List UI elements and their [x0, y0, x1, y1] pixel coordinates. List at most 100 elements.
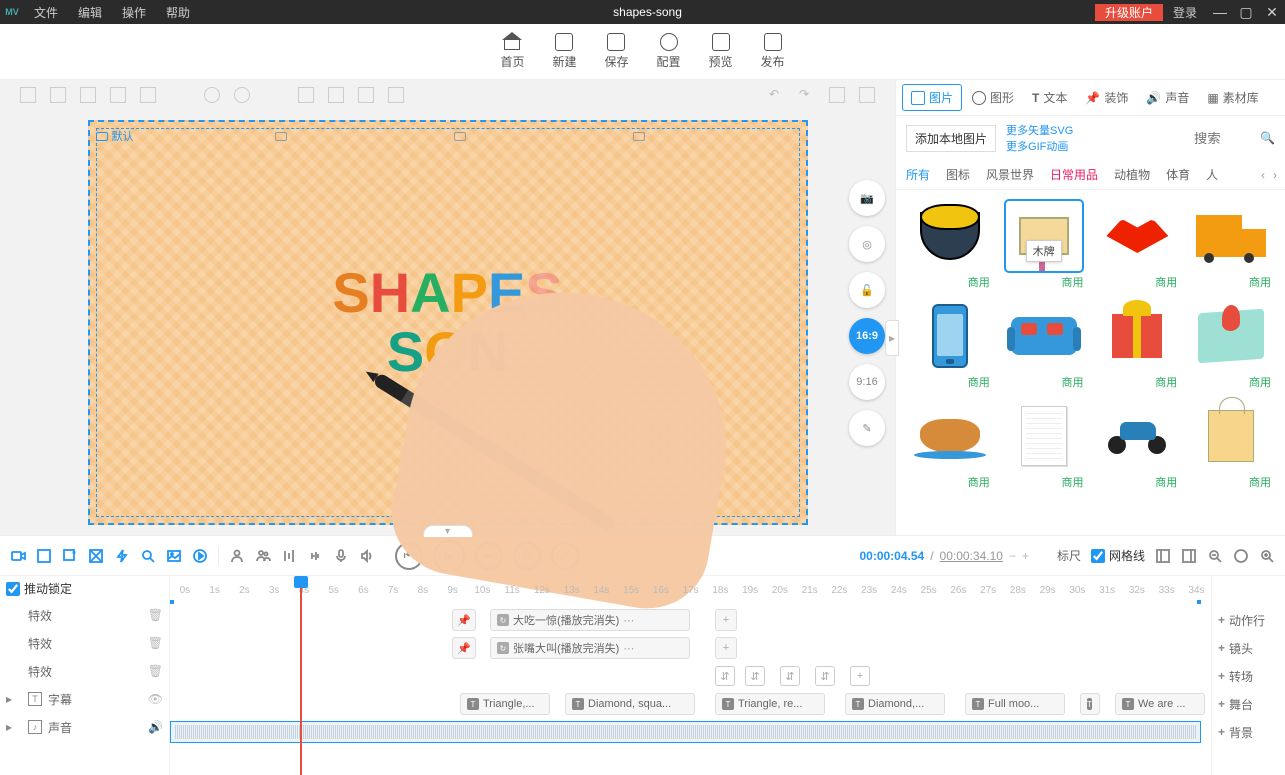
marker[interactable]: ⇵ — [715, 666, 735, 686]
marker[interactable]: + — [850, 666, 870, 686]
people-icon[interactable] — [255, 548, 271, 564]
zoom-reset-icon[interactable] — [1233, 548, 1249, 564]
menu-file[interactable]: 文件 — [24, 4, 68, 21]
dur-minus[interactable]: − — [1009, 549, 1016, 563]
menu-edit[interactable]: 编辑 — [68, 4, 112, 21]
cat-daily[interactable]: 日常用品 — [1050, 166, 1098, 183]
cat-animals[interactable]: 动植物 — [1114, 166, 1150, 183]
fx-track[interactable]: 📌 ↻大吃一惊(播放完消失)⋯ + — [170, 606, 1211, 634]
pin-marker[interactable]: 📌 — [452, 637, 476, 659]
asset-sofa[interactable]: 商用 — [1000, 300, 1088, 390]
menu-action[interactable]: 操作 — [112, 4, 156, 21]
delete-icon[interactable] — [859, 87, 875, 103]
eq-icon[interactable] — [281, 548, 297, 564]
fx-track[interactable]: ⇵ ⇵ ⇵ ⇵ + — [170, 662, 1211, 690]
cat-prev[interactable]: ‹ — [1259, 168, 1267, 182]
tab-text[interactable]: T文本 — [1024, 85, 1075, 110]
tool-home[interactable]: 首页 — [500, 33, 524, 70]
asset-lips[interactable]: 商用 — [1094, 200, 1182, 290]
marker[interactable]: ⇵ — [780, 666, 800, 686]
pattern-icon[interactable] — [88, 548, 104, 564]
minimize-button[interactable]: — — [1207, 4, 1233, 20]
asset-map[interactable]: 商用 — [1187, 300, 1275, 390]
search-icon[interactable]: 🔍 — [1260, 131, 1275, 145]
playhead[interactable] — [300, 576, 302, 775]
lock-button[interactable]: 🔓 — [849, 272, 885, 308]
tab-library[interactable]: ▦素材库 — [1199, 85, 1266, 110]
login-button[interactable]: 登录 — [1163, 4, 1207, 21]
rotate-icon[interactable] — [204, 87, 220, 103]
align-icon[interactable] — [140, 87, 156, 103]
subtitle-clip[interactable]: TDiamond, squa... — [565, 693, 695, 715]
asset-sign[interactable]: 木牌商用 — [1000, 200, 1088, 290]
asset-truck[interactable]: 商用 — [1187, 200, 1275, 290]
speaker-icon[interactable] — [359, 548, 375, 564]
track-header-fx[interactable]: 特效🗑 — [0, 601, 169, 629]
align-icon[interactable] — [20, 87, 36, 103]
canvas-stage[interactable]: 默认 SHAPES SON 📷 ◎ 🔓 16:9 9:16 — [0, 110, 895, 535]
asset-motorcycle[interactable]: 商用 — [1094, 400, 1182, 490]
tool-preview[interactable]: 预览 — [709, 33, 733, 70]
subtitle-clip[interactable]: TWe are ... — [1115, 693, 1205, 715]
pin-marker[interactable]: 📌 — [452, 609, 476, 631]
add-camera-row[interactable]: +镜头 — [1212, 634, 1285, 662]
panel-expand-handle[interactable]: ▸ — [885, 320, 899, 356]
picture-icon[interactable] — [166, 548, 182, 564]
cat-scenery[interactable]: 风景世界 — [986, 166, 1034, 183]
cat-all[interactable]: 所有 — [906, 166, 930, 183]
audio-clip[interactable] — [170, 721, 1201, 743]
range-selection[interactable] — [170, 600, 1201, 604]
person-icon[interactable] — [229, 548, 245, 564]
push-lock-checkbox[interactable]: 推动锁定 — [0, 576, 169, 601]
rotate-icon[interactable] — [234, 87, 250, 103]
cat-icons[interactable]: 图标 — [946, 166, 970, 183]
layer-icon[interactable] — [298, 87, 314, 103]
add-stage-row[interactable]: +舞台 — [1212, 690, 1285, 718]
zoom-in-icon[interactable] — [1259, 548, 1275, 564]
speaker-icon[interactable]: 🔊 — [148, 720, 163, 734]
tool-publish[interactable]: 发布 — [761, 33, 785, 70]
trash-icon[interactable]: 🗑 — [148, 636, 163, 650]
clip-more-icon[interactable]: ⋯ — [623, 614, 634, 627]
tool-new[interactable]: 新建 — [552, 33, 576, 70]
trash-icon[interactable]: 🗑 — [148, 664, 163, 678]
target-button[interactable]: ◎ — [849, 226, 885, 262]
grid-checkbox[interactable]: 网格线 — [1091, 547, 1145, 564]
total-duration[interactable]: 00:00:34.10 — [940, 549, 1003, 563]
subtitle-clip[interactable]: TTriangle, re... — [715, 693, 825, 715]
track-header-fx[interactable]: 特效🗑 — [0, 657, 169, 685]
bounds-in-icon[interactable] — [1155, 548, 1171, 564]
tab-shape[interactable]: 图形 — [964, 85, 1022, 110]
trash-icon[interactable]: 🗑 — [148, 608, 163, 622]
align-icon[interactable] — [50, 87, 66, 103]
redo-icon[interactable]: ↷ — [799, 87, 815, 103]
add-local-image-button[interactable]: 添加本地图片 — [906, 125, 996, 152]
add-action-row[interactable]: +动作行 — [1212, 606, 1285, 634]
play-small-icon[interactable] — [192, 548, 208, 564]
tab-image[interactable]: 图片 — [902, 84, 962, 111]
subtitle-clip[interactable]: TFull moo... — [965, 693, 1065, 715]
cat-next[interactable]: › — [1271, 168, 1279, 182]
clip-more-icon[interactable]: ⋯ — [623, 642, 634, 655]
maximize-button[interactable]: ▢ — [1233, 4, 1259, 21]
expand-arrow-icon[interactable]: ▸ — [6, 720, 12, 734]
capture-button[interactable]: 📷 — [849, 180, 885, 216]
wave-icon[interactable] — [307, 548, 323, 564]
marker[interactable]: ⇵ — [745, 666, 765, 686]
record-icon[interactable] — [10, 548, 26, 564]
cat-sports[interactable]: 体育 — [1166, 166, 1190, 183]
asset-search-input[interactable] — [1194, 131, 1254, 146]
menu-help[interactable]: 帮助 — [156, 4, 200, 21]
track-header-audio[interactable]: ▸♪声音🔊 — [0, 713, 169, 741]
tab-decor[interactable]: 📌装饰 — [1077, 85, 1136, 110]
more-svg-link[interactable]: 更多矢量SVG — [1006, 122, 1073, 138]
subtitle-clip[interactable]: TTriangle,... — [460, 693, 550, 715]
zoom-icon[interactable] — [140, 548, 156, 564]
add-transition-row[interactable]: +转场 — [1212, 662, 1285, 690]
tool-config[interactable]: 配置 — [657, 33, 681, 70]
flash-icon[interactable] — [114, 548, 130, 564]
add-background-row[interactable]: +背景 — [1212, 718, 1285, 746]
undo-icon[interactable]: ↶ — [769, 87, 785, 103]
fx-clip[interactable]: ↻张嘴大叫(播放完消失)⋯ — [490, 637, 690, 659]
expand-arrow-icon[interactable]: ▸ — [6, 692, 12, 706]
